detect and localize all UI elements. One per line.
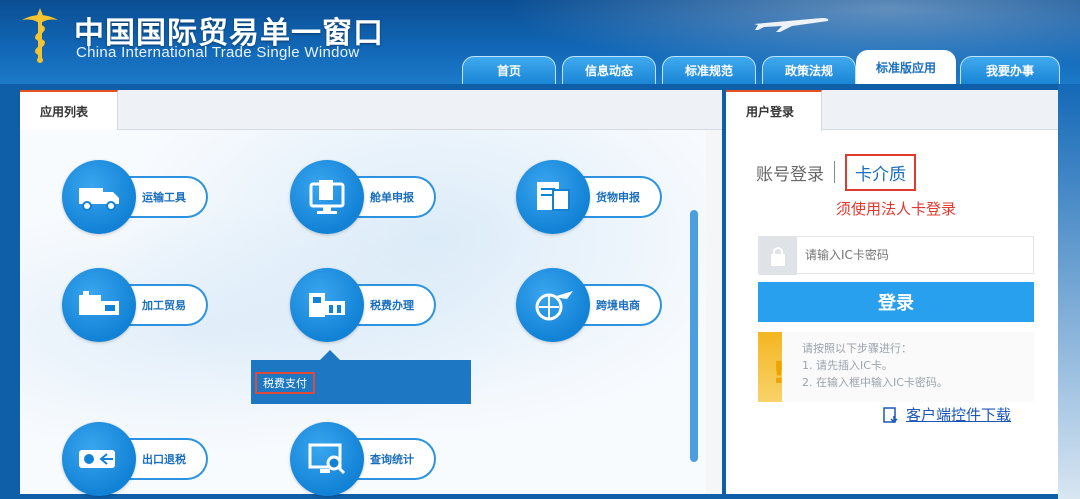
- login-hint: 须使用法人卡登录: [836, 200, 957, 218]
- client-download-link[interactable]: 客户端控件下载: [882, 404, 1011, 425]
- login-mode-card[interactable]: 卡介质: [845, 153, 916, 191]
- nav-tab-home[interactable]: 首页: [462, 56, 556, 84]
- app-processing-trade[interactable]: 加工贸易: [62, 268, 212, 342]
- ic-pin-input[interactable]: [799, 237, 1029, 273]
- login-panel: 用户登录 账号登录 卡介质 须使用法人卡登录 登录 ! 请按照以下步骤进行： 1…: [726, 90, 1058, 494]
- app-manifest[interactable]: 舱单申报: [290, 160, 440, 234]
- login-mode-divider: [834, 161, 835, 183]
- tax-icon: [290, 268, 364, 342]
- nav-tab-news[interactable]: 信息动态: [562, 56, 656, 84]
- airplane-icon: [754, 18, 829, 32]
- query-icon: [290, 422, 364, 496]
- nav-tab-standards[interactable]: 标准规范: [662, 56, 756, 84]
- lock-icon: [759, 237, 797, 275]
- notice-step-1: 1. 请先插入IC卡。: [802, 359, 893, 372]
- nav-tab-policy[interactable]: 政策法规: [762, 56, 856, 84]
- app-export-refund[interactable]: 出口退税: [62, 422, 212, 496]
- submenu-arrow: [320, 350, 340, 360]
- app-list-tabbar: 应用列表: [20, 90, 722, 131]
- tax-submenu: 税费支付: [251, 360, 471, 404]
- login-notice: ! 请按照以下步骤进行： 1. 请先插入IC卡。 2. 在输入框中输入IC卡密码…: [758, 332, 1034, 402]
- scrollbar-track[interactable]: [706, 130, 722, 494]
- login-tabbar: 用户登录: [726, 90, 1058, 131]
- app-query-stats[interactable]: 查询统计: [290, 422, 440, 496]
- notice-step-2: 2. 在输入框中输入IC卡密码。: [802, 376, 948, 389]
- tab-app-list[interactable]: 应用列表: [20, 90, 118, 131]
- refund-icon: [62, 422, 136, 496]
- nav-tab-services[interactable]: 我要办事: [960, 56, 1060, 84]
- login-button[interactable]: 登录: [758, 282, 1034, 322]
- login-mode-switch: 账号登录 卡介质: [756, 153, 916, 191]
- notice-title: 请按照以下步骤进行：: [802, 342, 912, 355]
- app-ecommerce[interactable]: 跨境电商: [516, 268, 666, 342]
- app-list-panel: 应用列表 运输工具 舱单申报 货物申报 加工贸易 税费办理 跨境电商 税费支付 …: [20, 90, 722, 496]
- submenu-tax-payment[interactable]: 税费支付: [255, 372, 315, 394]
- login-mode-account[interactable]: 账号登录: [756, 160, 824, 185]
- scrollbar-thumb[interactable]: [690, 210, 698, 462]
- download-link-label: 客户端控件下载: [906, 406, 1012, 424]
- download-icon: [883, 406, 898, 423]
- warning-icon: !: [772, 356, 786, 391]
- right-edge-background: [1058, 84, 1080, 499]
- cargo-icon: [516, 160, 590, 234]
- truck-icon: [62, 160, 136, 234]
- ic-pin-field: [758, 236, 1034, 275]
- app-cargo[interactable]: 货物申报: [516, 160, 666, 234]
- notice-text: 请按照以下步骤进行： 1. 请先插入IC卡。 2. 在输入框中输入IC卡密码。: [802, 340, 948, 391]
- site-subtitle: China International Trade Single Window: [76, 44, 360, 61]
- tab-user-login[interactable]: 用户登录: [726, 90, 822, 131]
- customs-emblem-icon: [22, 8, 58, 63]
- site-header: 中国国际贸易单一窗口 China International Trade Sin…: [0, 0, 1080, 84]
- app-tax[interactable]: 税费办理: [290, 268, 440, 342]
- nav-tab-standard-apps[interactable]: 标准版应用: [856, 50, 956, 84]
- processing-icon: [62, 268, 136, 342]
- ecommerce-icon: [516, 268, 590, 342]
- manifest-icon: [290, 160, 364, 234]
- app-transport[interactable]: 运输工具: [62, 160, 212, 234]
